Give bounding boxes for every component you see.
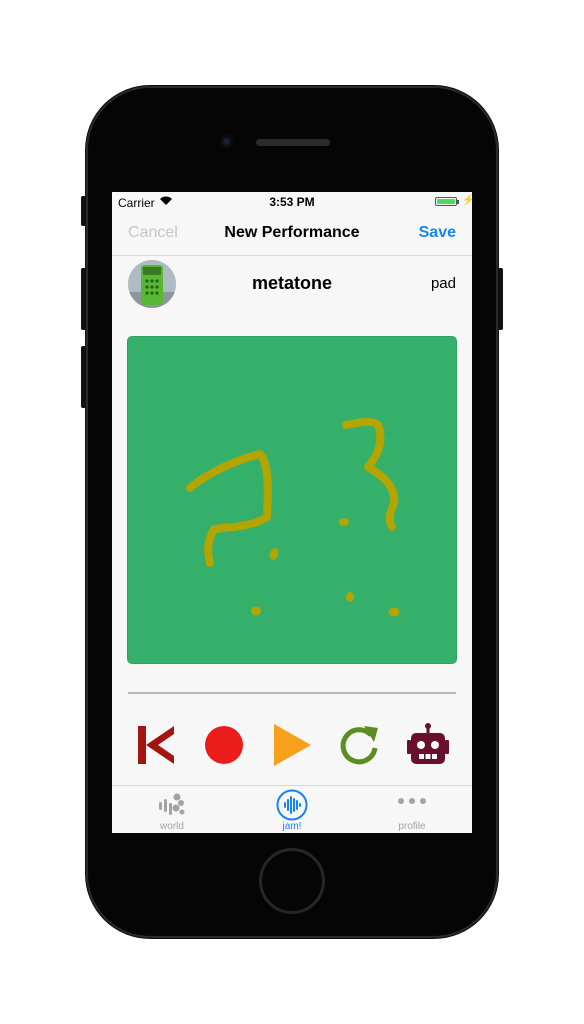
playback-controls bbox=[112, 722, 472, 772]
battery-tip bbox=[457, 200, 459, 204]
reload-button[interactable] bbox=[338, 722, 382, 768]
power-button bbox=[498, 268, 503, 330]
tab-world-label: world bbox=[160, 821, 184, 832]
front-camera bbox=[220, 135, 233, 148]
tab-jam-label: jam! bbox=[282, 821, 302, 832]
robot-button[interactable] bbox=[406, 722, 450, 768]
status-time: 3:53 PM bbox=[269, 195, 315, 209]
progress-divider bbox=[128, 692, 456, 694]
rewind-button[interactable] bbox=[134, 722, 178, 768]
battery-icon bbox=[435, 197, 457, 206]
play-icon bbox=[274, 724, 311, 766]
drawn-dots bbox=[251, 518, 400, 617]
charging-icon: ⚡ bbox=[462, 195, 472, 206]
earpiece-speaker bbox=[256, 139, 330, 146]
save-button[interactable]: Save bbox=[419, 224, 456, 242]
more-icon bbox=[398, 798, 426, 804]
tab-jam[interactable]: jam! bbox=[252, 786, 332, 833]
instrument-type: pad bbox=[430, 275, 456, 292]
tab-profile[interactable]: profile bbox=[372, 786, 452, 833]
tab-bar: world jam! profile bbox=[112, 785, 472, 833]
volume-up-button bbox=[81, 268, 86, 330]
record-button[interactable] bbox=[203, 722, 247, 768]
stroke-question-left bbox=[186, 450, 272, 567]
mute-switch bbox=[81, 196, 86, 226]
touch-pad[interactable] bbox=[128, 337, 456, 663]
navigation-bar: Cancel New Performance Save bbox=[112, 212, 472, 256]
robot-icon bbox=[407, 723, 449, 764]
performance-name: metatone bbox=[251, 273, 332, 293]
home-button[interactable] bbox=[259, 848, 325, 914]
refresh-icon bbox=[340, 726, 378, 765]
volume-down-button bbox=[81, 346, 86, 408]
drawn-strokes bbox=[186, 418, 399, 567]
app-screen: Carrier 3:53 PM ⚡ Cancel New Performance… bbox=[112, 192, 472, 833]
status-bar: Carrier 3:53 PM ⚡ bbox=[112, 192, 472, 212]
tab-profile-label: profile bbox=[398, 821, 426, 832]
play-button[interactable] bbox=[270, 722, 314, 768]
stroke-question-right bbox=[342, 418, 399, 531]
pad-drawing bbox=[186, 418, 400, 617]
world-icon bbox=[159, 793, 185, 815]
record-icon bbox=[205, 726, 243, 764]
tab-world[interactable]: world bbox=[132, 786, 212, 833]
jam-icon bbox=[276, 789, 308, 821]
skip-back-icon bbox=[138, 726, 174, 764]
